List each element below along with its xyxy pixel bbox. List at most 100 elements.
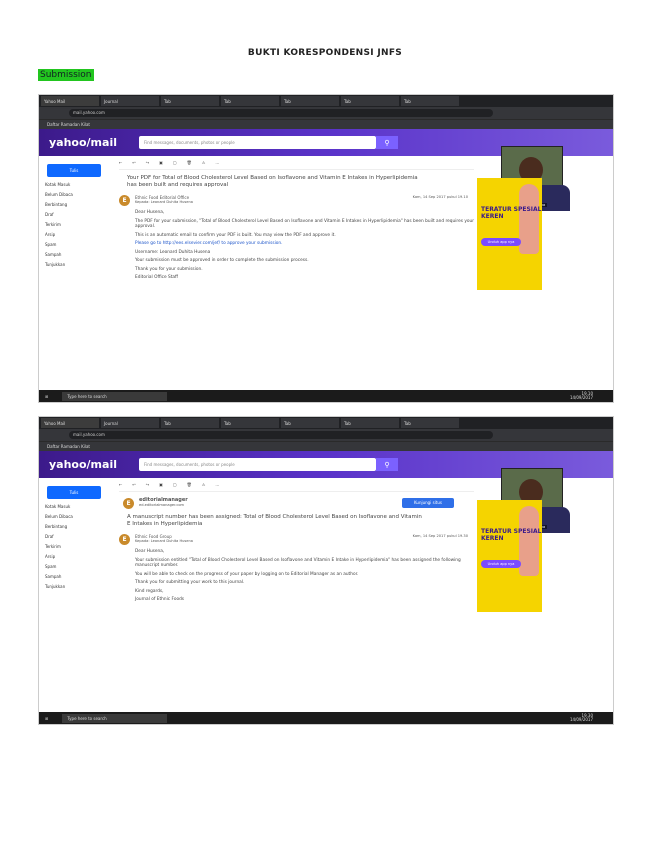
search-icon[interactable]: ⚲ — [375, 136, 398, 149]
search-icon[interactable]: ⚲ — [375, 458, 398, 471]
tab[interactable]: Tab — [161, 96, 219, 106]
body-line: Kind regards, — [135, 588, 164, 594]
sidebar-item[interactable]: Berbintang — [45, 202, 109, 207]
manager-info: editorialmanager ed.editorialmanager.com — [139, 498, 188, 508]
sidebar-item[interactable]: Tunjukkan — [45, 584, 109, 589]
taskbar-search[interactable]: Type here to search — [62, 391, 168, 401]
tab[interactable]: Tab — [281, 418, 339, 428]
ad-column: TERATUR SPESIAL KEREN Unduh app nya — [477, 478, 547, 709]
sidebar-item[interactable]: Kotak Masuk — [45, 182, 109, 187]
sidebar-item[interactable]: Draf — [45, 212, 109, 217]
body-line: Dear Husena, — [135, 210, 165, 215]
ad-title: TERATUR SPESIAL KEREN — [481, 206, 542, 220]
more-icon[interactable]: … — [215, 160, 219, 165]
more-icon[interactable]: … — [215, 482, 219, 487]
tab[interactable]: Tab — [221, 96, 279, 106]
move-icon[interactable]: ▢ — [173, 160, 177, 165]
sidebar-item[interactable]: Arsip — [45, 232, 109, 237]
windows-icon[interactable]: ⊞ — [45, 394, 48, 399]
message-date: Kam, 14 Sep 2017 pukul 19.30 — [412, 534, 468, 538]
sidebar-item[interactable]: Terkirim — [45, 544, 109, 549]
sidebar-item[interactable]: Terkirim — [45, 222, 109, 227]
url-field[interactable]: mail.yahoo.com — [69, 431, 493, 439]
tab[interactable]: Tab — [341, 418, 399, 428]
windows-icon[interactable]: ⊞ — [45, 716, 48, 721]
tab[interactable]: Tab — [341, 96, 399, 106]
screenshot-2: Yahoo Mail Journal Tab Tab Tab Tab Tab m… — [38, 416, 614, 725]
url-field[interactable]: mail.yahoo.com — [69, 109, 493, 117]
sidebar-item[interactable]: Belum Dibaca — [45, 514, 109, 519]
tab[interactable]: Tab — [281, 96, 339, 106]
avatar: E — [119, 195, 130, 206]
tab[interactable]: Tab — [401, 418, 459, 428]
taskbar-search[interactable]: Type here to search — [62, 713, 168, 723]
back-icon[interactable]: ← — [119, 160, 122, 165]
archive-icon[interactable]: ▣ — [159, 160, 163, 165]
bookmark-item[interactable]: Daftar Ramadan Kilat — [47, 122, 90, 127]
move-icon[interactable]: ▢ — [173, 482, 177, 487]
reply-icon[interactable]: ↩ — [132, 160, 135, 165]
archive-icon[interactable]: ▣ — [159, 482, 163, 487]
sender-info: Ethnic Food Editorial Office Kepada: Leo… — [135, 195, 193, 205]
message-subject: A manuscript number has been assigned: T… — [127, 514, 422, 527]
sidebar: Tulis Kotak Masuk Belum Dibaca Berbintan… — [39, 156, 109, 387]
back-icon[interactable]: ← — [119, 482, 122, 487]
compose-button[interactable]: Tulis — [47, 164, 101, 177]
body-line: You will be able to check on the progres… — [135, 571, 359, 577]
sidebar-item[interactable]: Sampah — [45, 574, 109, 579]
body-line: Journal of Ethnic Foods — [135, 597, 185, 602]
advertisement[interactable]: TERATUR SPESIAL KEREN Unduh app nya — [477, 178, 542, 290]
bookmark-bar: Daftar Ramadan Kilat — [39, 441, 613, 451]
ad-title: TERATUR SPESIAL KEREN — [481, 528, 542, 542]
ad-button[interactable]: Unduh app nya — [481, 238, 521, 246]
sidebar-item[interactable]: Draf — [45, 534, 109, 539]
manager-avatar: E — [123, 498, 134, 509]
bookmark-item[interactable]: Daftar Ramadan Kilat — [47, 444, 90, 449]
delete-icon[interactable]: 🗑 — [187, 160, 192, 165]
manager-sub: ed.editorialmanager.com — [139, 503, 185, 507]
compose-button[interactable]: Tulis — [47, 486, 101, 499]
body-line: Your submission must be approved in orde… — [135, 258, 309, 263]
visit-site-button[interactable]: Kunjungi situs — [402, 498, 454, 508]
tab[interactable]: Journal — [101, 418, 159, 428]
recipient: Kepada: Leonard Duhita Husena — [135, 539, 193, 543]
sidebar-item[interactable]: Kotak Masuk — [45, 504, 109, 509]
address-bar[interactable]: mail.yahoo.com — [39, 429, 613, 441]
message-subject: Your PDF for Total of Blood Cholesterol … — [127, 175, 418, 188]
spam-icon[interactable]: ⚠ — [202, 160, 206, 165]
message-toolbar: ← ↩ ↪ ▣ ▢ 🗑 ⚠ … — [119, 156, 474, 170]
sidebar-item[interactable]: Sampah — [45, 252, 109, 257]
spam-icon[interactable]: ⚠ — [202, 482, 206, 487]
search-input[interactable]: Find messages, documents, photos or peop… — [138, 458, 376, 471]
avatar: E — [119, 534, 130, 545]
advertisement[interactable]: TERATUR SPESIAL KEREN Unduh app nya — [477, 500, 542, 612]
tab[interactable]: Yahoo Mail — [41, 96, 99, 106]
address-bar[interactable]: mail.yahoo.com — [39, 107, 613, 119]
delete-icon[interactable]: 🗑 — [187, 482, 192, 487]
sidebar-item[interactable]: Berbintang — [45, 524, 109, 529]
reply-icon[interactable]: ↩ — [132, 482, 135, 487]
sidebar-item[interactable]: Belum Dibaca — [45, 192, 109, 197]
forward-icon[interactable]: ↪ — [146, 482, 149, 487]
body-line: Username: Leonard Duhita Husena — [135, 249, 211, 255]
tab[interactable]: Tab — [221, 418, 279, 428]
body-line: Dear Husena, — [135, 549, 165, 554]
sidebar-item[interactable]: Spam — [45, 564, 109, 569]
sender-row: E Ethnic Food Editorial Office Kepada: L… — [119, 195, 474, 206]
search-input[interactable]: Find messages, documents, photos or peop… — [138, 136, 376, 149]
sidebar: Tulis Kotak Masuk Belum Dibaca Berbintan… — [39, 478, 109, 709]
forward-icon[interactable]: ↪ — [146, 160, 149, 165]
sidebar-item[interactable]: Arsip — [45, 554, 109, 559]
bookmark-bar: Daftar Ramadan Kilat — [39, 119, 613, 129]
yahoo-logo[interactable]: yahoo/mail — [49, 136, 117, 149]
tab[interactable]: Tab — [401, 96, 459, 106]
yahoo-logo[interactable]: yahoo/mail — [49, 458, 117, 471]
tab[interactable]: Tab — [161, 418, 219, 428]
sidebar-item[interactable]: Tunjukkan — [45, 262, 109, 267]
sidebar-item[interactable]: Spam — [45, 242, 109, 247]
ad-button[interactable]: Unduh app nya — [481, 560, 521, 568]
tab[interactable]: Journal — [101, 96, 159, 106]
tab[interactable]: Yahoo Mail — [41, 418, 99, 428]
body-link[interactable]: Please go to http://ees.elsevier.com/jef… — [135, 241, 474, 247]
taskbar: ⊞ Type here to search 19.30 14/09/2017 — [39, 712, 613, 724]
